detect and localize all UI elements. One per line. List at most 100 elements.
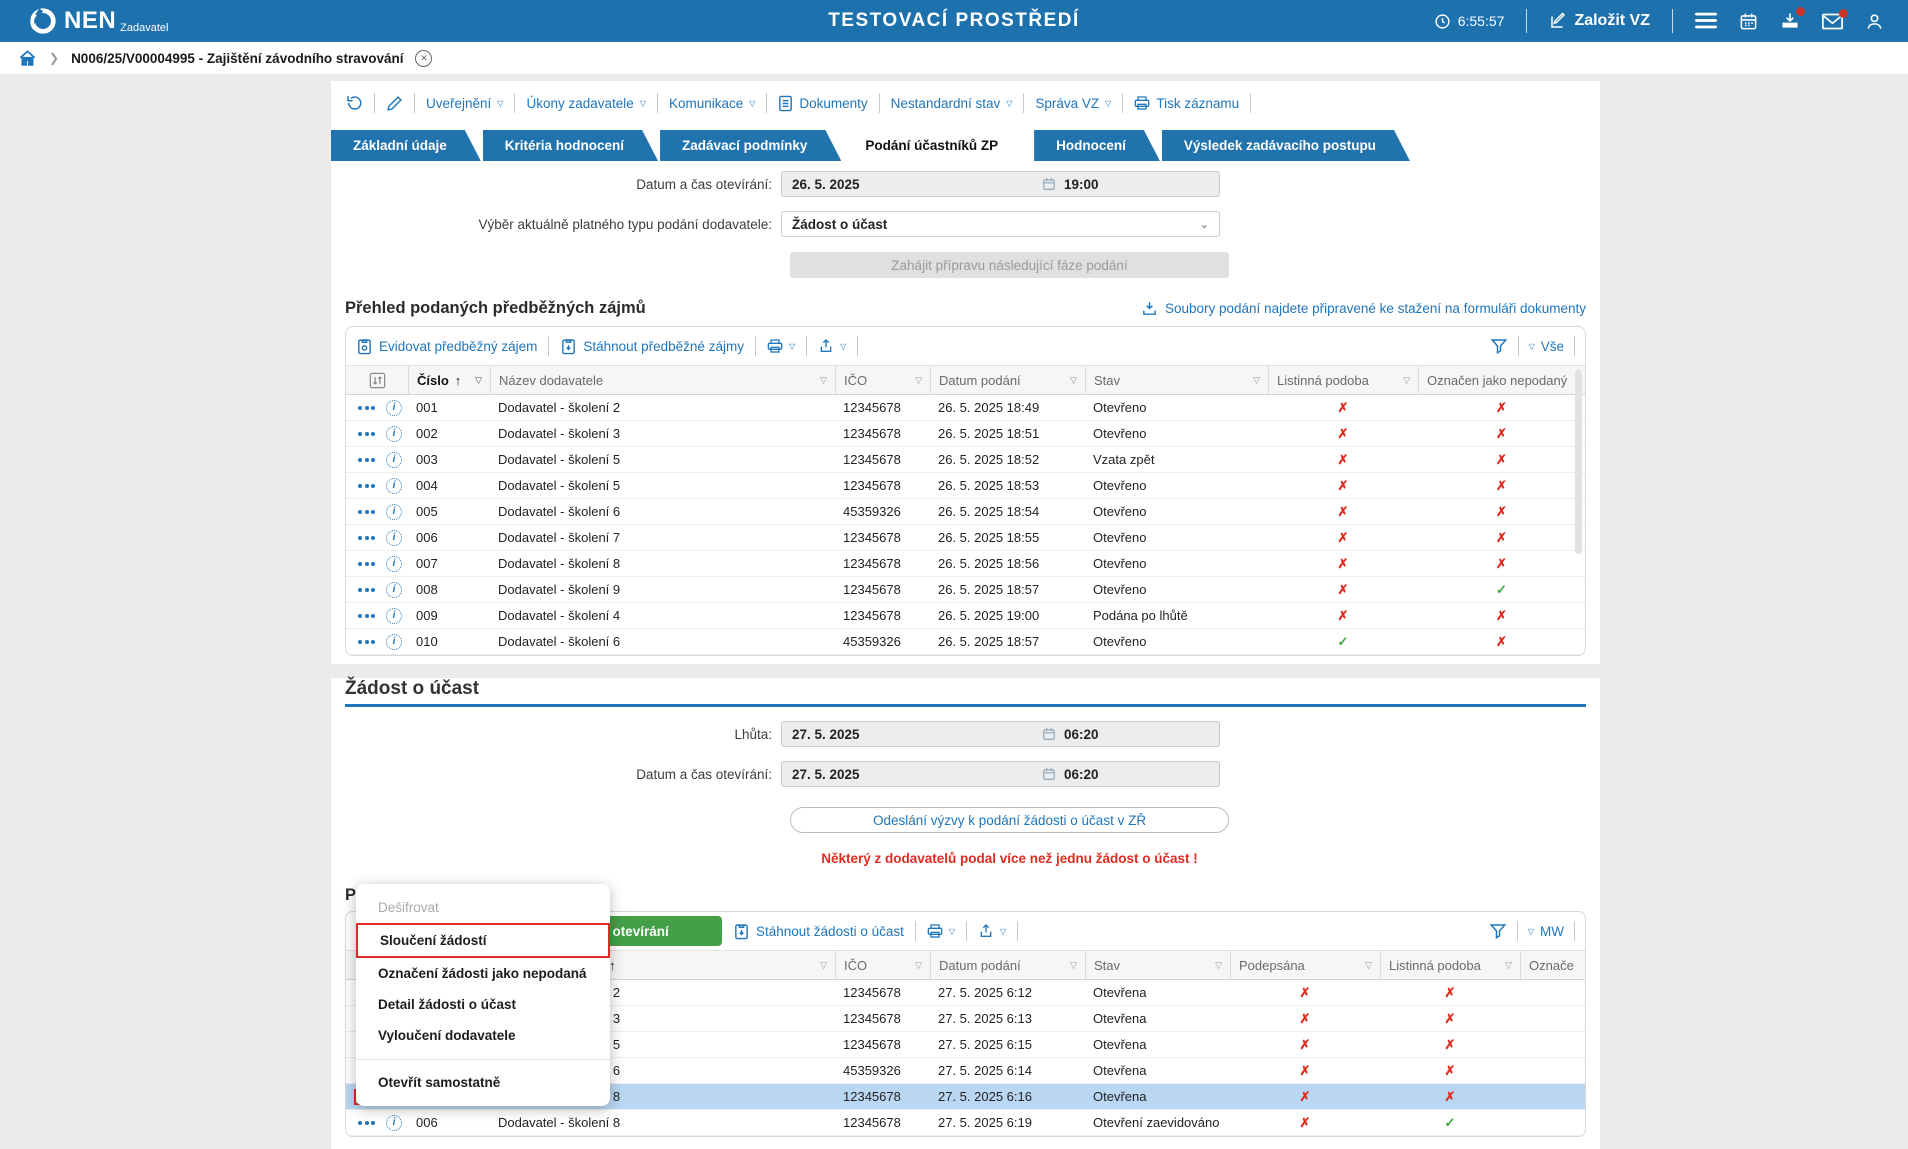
tab-podani-ucastniku-zp[interactable]: Podání účastníků ZP — [843, 130, 1032, 161]
table-row[interactable]: i003Dodavatel - školení 51234567826. 5. … — [346, 447, 1585, 473]
row-info-icon[interactable]: i — [386, 530, 402, 546]
row-menu-icon[interactable] — [356, 480, 377, 492]
nen-logo[interactable]: NEN Zadavatel — [28, 6, 168, 36]
row-info-icon[interactable]: i — [386, 400, 402, 416]
table-row[interactable]: i004Dodavatel - školení 51234567826. 5. … — [346, 473, 1585, 499]
col-listinna-podoba[interactable]: Listinná podoba▽ — [1380, 951, 1520, 979]
row-menu-icon[interactable] — [356, 532, 377, 544]
table-row[interactable]: i009Dodavatel - školení 41234567826. 5. … — [346, 603, 1585, 629]
row-menu-icon[interactable] — [356, 428, 377, 440]
table-scrollbar[interactable] — [1575, 369, 1582, 554]
row-info-icon[interactable]: i — [386, 452, 402, 468]
submission-files-link[interactable]: Soubory podání najdete připravené ke sta… — [1141, 300, 1586, 317]
table-export-button[interactable]: ▽ — [818, 338, 846, 354]
data-cell: 010 — [408, 634, 490, 649]
col-nazev-dodavatele[interactable]: Název dodavatele▽ — [490, 366, 835, 394]
menu-uverejneni[interactable]: Uveřejnění▽ — [426, 96, 503, 111]
table-row[interactable]: i005Dodavatel - školení 64535932626. 5. … — [346, 499, 1585, 525]
table-print-button[interactable]: ▽ — [767, 338, 795, 354]
tab-zadavaci-podminky[interactable]: Zadávací podmínky — [660, 130, 841, 161]
view-filter-select[interactable]: ▽ MW — [1528, 924, 1564, 939]
row-menu-icon[interactable] — [356, 506, 377, 518]
col-podepsana[interactable]: Podepsána▽ — [1230, 951, 1380, 979]
main-menu-button[interactable] — [1695, 12, 1717, 30]
edit-record-button[interactable] — [386, 95, 403, 112]
col-datum-podani[interactable]: Datum podání▽ — [930, 951, 1085, 979]
menu-dokumenty[interactable]: Dokumenty — [778, 95, 867, 112]
tab-zakladni-udaje[interactable]: Základní údaje — [331, 130, 481, 161]
menu-sprava-vz[interactable]: Správa VZ▽ — [1035, 96, 1111, 111]
row-menu-icon[interactable] — [356, 636, 377, 648]
col-ico[interactable]: IČO▽ — [835, 366, 930, 394]
filter-button[interactable] — [1489, 922, 1507, 940]
menu-ukony-zadavatele[interactable]: Úkony zadavatele▽ — [526, 96, 645, 111]
row-info-icon[interactable]: i — [386, 478, 402, 494]
tab-vysledek-zadavaciho-postupu[interactable]: Výsledek zadávacího postupu — [1162, 130, 1410, 161]
menu-item-otevrit-samostatne[interactable]: Otevřít samostatně — [356, 1067, 610, 1098]
col-oznacen-partial[interactable]: Označe — [1520, 951, 1585, 979]
row-menu-icon[interactable] — [356, 584, 377, 596]
view-filter-select[interactable]: ▽ Vše — [1529, 339, 1564, 354]
row-info-icon[interactable]: i — [386, 608, 402, 624]
menu-item-vylouceni-dodavatele[interactable]: Vyloučení dodavatele — [356, 1020, 610, 1051]
menu-nestandardni-stav[interactable]: Nestandardní stav▽ — [891, 96, 1013, 111]
row-menu-icon[interactable] — [356, 402, 377, 414]
table-row[interactable]: i006Dodavatel - školení 81234567827. 5. … — [346, 1110, 1585, 1136]
col-listinna-podoba[interactable]: Listinná podoba▽ — [1268, 366, 1418, 394]
row-menu-icon[interactable] — [356, 610, 377, 622]
row-menu-icon[interactable] — [356, 1117, 377, 1129]
data-cell: Otevřeno — [1085, 478, 1268, 493]
menu-item-oznaceni-jako-nepodana[interactable]: Označení žádosti jako nepodaná — [356, 958, 610, 989]
col-ico[interactable]: IČO▽ — [835, 951, 930, 979]
print-record-button[interactable]: Tisk záznamu — [1134, 95, 1239, 111]
table-print-button[interactable]: ▽ — [927, 923, 955, 939]
row-info-icon[interactable]: i — [386, 504, 402, 520]
col-stav[interactable]: Stav▽ — [1085, 366, 1268, 394]
filter-button[interactable] — [1490, 337, 1508, 355]
menu-item-detail-zadosti[interactable]: Detail žádosti o účast — [356, 989, 610, 1020]
create-vz-button[interactable]: Založit VZ — [1549, 12, 1650, 30]
user-profile-button[interactable] — [1865, 12, 1884, 31]
submission-type-select[interactable]: Žádost o účast ⌄ — [781, 211, 1220, 237]
download-requests-button[interactable]: Stáhnout žádosti o účast — [733, 923, 904, 940]
table-row[interactable]: i002Dodavatel - školení 31234567826. 5. … — [346, 421, 1585, 447]
next-phase-button[interactable]: Zahájit přípravu následující fáze podání — [790, 252, 1229, 278]
row-info-icon[interactable]: i — [386, 634, 402, 650]
breadcrumb-item[interactable]: N006/25/V00004995 - Zajištění závodního … — [71, 51, 403, 66]
messages-button[interactable] — [1822, 13, 1843, 30]
table-row[interactable]: i008Dodavatel - školení 91234567826. 5. … — [346, 577, 1585, 603]
download-interests-button[interactable]: Stáhnout předběžné zájmy — [560, 338, 744, 355]
col-oznacen-jako-nepodany[interactable]: Označen jako nepodaný — [1418, 366, 1585, 394]
menu-item-desifrovat[interactable]: Dešifrovat — [356, 892, 610, 923]
row-info-icon[interactable]: i — [386, 582, 402, 598]
close-tab-icon[interactable]: ✕ — [415, 50, 432, 67]
row-info-icon[interactable]: i — [386, 556, 402, 572]
data-cell: Otevřeno — [1085, 426, 1268, 441]
downloads-button[interactable] — [1780, 11, 1800, 31]
session-clock: 6:55:57 — [1434, 13, 1505, 30]
menu-item-slouceni-zadosti[interactable]: Sloučení žádostí — [356, 923, 610, 958]
tab-kriteria-hodnoceni[interactable]: Kritéria hodnocení — [483, 130, 658, 161]
send-invitation-button[interactable]: Odeslání výzvy k podání žádosti o účast … — [790, 807, 1229, 833]
home-icon[interactable] — [18, 49, 37, 68]
row-info-icon[interactable]: i — [386, 426, 402, 442]
col-datum-podani[interactable]: Datum podání▽ — [930, 366, 1085, 394]
row-info-icon[interactable]: i — [386, 1115, 402, 1131]
col-stav[interactable]: Stav▽ — [1085, 951, 1230, 979]
table-export-button[interactable]: ▽ — [978, 923, 1006, 939]
refresh-button[interactable] — [345, 94, 363, 112]
dropdown-arrow-icon: ▽ — [1000, 927, 1006, 936]
col-cislo[interactable]: Číslo↑▽ — [408, 366, 490, 394]
calendar-button[interactable] — [1739, 12, 1758, 31]
table-row[interactable]: i010Dodavatel - školení 64535932626. 5. … — [346, 629, 1585, 655]
row-menu-icon[interactable] — [356, 454, 377, 466]
table-row[interactable]: i006Dodavatel - školení 71234567826. 5. … — [346, 525, 1585, 551]
register-interest-button[interactable]: Evidovat předběžný zájem — [356, 338, 537, 355]
table-row[interactable]: i001Dodavatel - školení 21234567826. 5. … — [346, 395, 1585, 421]
row-menu-icon[interactable] — [356, 558, 377, 570]
table-row[interactable]: i007Dodavatel - školení 81234567826. 5. … — [346, 551, 1585, 577]
data-cell: Dodavatel - školení 6 — [490, 634, 835, 649]
tab-hodnoceni[interactable]: Hodnocení — [1034, 130, 1160, 161]
menu-komunikace[interactable]: Komunikace▽ — [669, 96, 755, 111]
table-settings-cell[interactable] — [346, 366, 408, 394]
